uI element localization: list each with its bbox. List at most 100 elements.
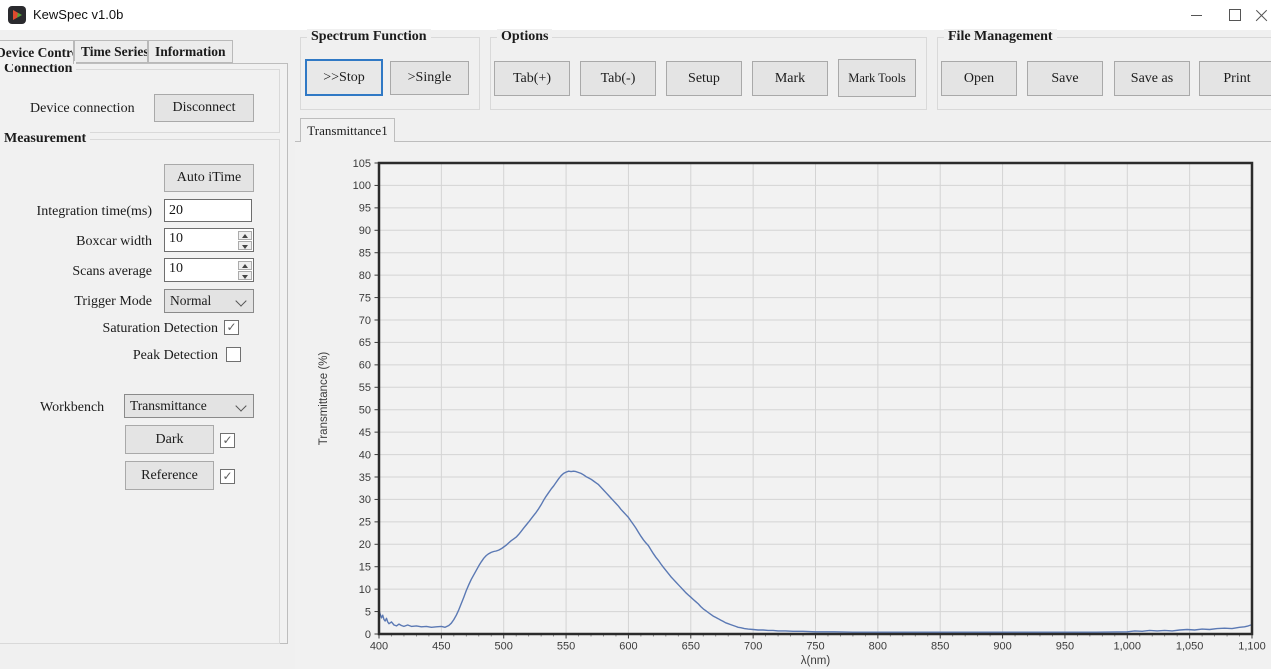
- title-bar: KewSpec v1.0b: [0, 0, 1271, 30]
- minimize-button[interactable]: [1175, 0, 1217, 30]
- x-axis-title: λ(nm): [801, 655, 831, 667]
- y-tick-label: 0: [365, 629, 371, 641]
- x-tick-label: 1,050: [1176, 641, 1204, 653]
- y-tick-label: 75: [359, 292, 371, 304]
- x-tick-label: 600: [619, 641, 637, 653]
- x-tick-label: 400: [370, 641, 388, 653]
- app-window: KewSpec v1.0b Device Control Time Series…: [0, 0, 1271, 669]
- reference-checkbox[interactable]: [220, 469, 235, 484]
- spectrum-chart-page: 4004505005506006507007508008509009501,00…: [295, 141, 1271, 669]
- y-tick-label: 5: [365, 606, 371, 618]
- boxcar-width-stepper[interactable]: 10: [164, 228, 254, 252]
- scans-average-stepper[interactable]: 10: [164, 258, 254, 282]
- file-management-group: File Management Open Save Save as Print: [937, 37, 1271, 110]
- y-tick-label: 70: [359, 315, 371, 327]
- tab-device-control[interactable]: Device Control: [0, 40, 74, 64]
- chevron-down-icon: [235, 295, 246, 306]
- dark-checkbox[interactable]: [220, 433, 235, 448]
- y-tick-label: 25: [359, 517, 371, 529]
- y-tick-label: 35: [359, 472, 371, 484]
- y-axis-title: Transmittance (%): [318, 352, 330, 446]
- saturation-detection-label: Saturation Detection: [4, 321, 218, 337]
- x-tick-label: 900: [993, 641, 1011, 653]
- y-tick-label: 15: [359, 562, 371, 574]
- y-tick-label: 60: [359, 360, 371, 372]
- x-tick-label: 800: [869, 641, 887, 653]
- spin-up-icon[interactable]: [238, 261, 252, 270]
- x-tick-label: 1,100: [1238, 641, 1266, 653]
- reference-button[interactable]: Reference: [125, 461, 214, 490]
- x-tick-label: 750: [806, 641, 824, 653]
- y-tick-label: 105: [353, 158, 371, 170]
- y-tick-label: 50: [359, 405, 371, 417]
- spin-down-icon[interactable]: [238, 271, 252, 280]
- trigger-mode-value: Normal: [170, 293, 211, 309]
- y-tick-label: 45: [359, 427, 371, 439]
- boxcar-width-value: 10: [169, 231, 183, 247]
- setup-button[interactable]: Setup: [666, 61, 742, 96]
- save-as-button[interactable]: Save as: [1114, 61, 1190, 96]
- y-tick-label: 80: [359, 270, 371, 282]
- boxcar-spin-buttons: [237, 230, 252, 250]
- workbench-label: Workbench: [40, 400, 104, 416]
- y-tick-label: 55: [359, 382, 371, 394]
- scans-average-label: Scans average: [4, 264, 152, 280]
- tab-minus-button[interactable]: Tab(-): [580, 61, 656, 96]
- y-tick-label: 85: [359, 248, 371, 260]
- scans-spin-buttons: [237, 260, 252, 280]
- mark-button[interactable]: Mark: [752, 61, 828, 96]
- disconnect-button[interactable]: Disconnect: [154, 94, 254, 122]
- tab-time-series[interactable]: Time Series: [74, 40, 148, 63]
- peak-detection-label: Peak Detection: [4, 348, 218, 364]
- device-connection-label: Device connection: [30, 101, 135, 117]
- chevron-down-icon: [235, 400, 246, 411]
- spectrum-function-caption: Spectrum Function: [307, 29, 431, 45]
- tab-plus-button[interactable]: Tab(+): [494, 61, 570, 96]
- open-button[interactable]: Open: [941, 61, 1017, 96]
- measurement-group: Measurement Auto iTime Integration time(…: [0, 139, 280, 644]
- y-tick-label: 90: [359, 225, 371, 237]
- integration-time-input[interactable]: [164, 199, 252, 222]
- close-button[interactable]: [1240, 0, 1271, 30]
- scans-average-value: 10: [169, 261, 183, 277]
- y-tick-label: 20: [359, 539, 371, 551]
- trigger-mode-select[interactable]: Normal: [164, 289, 254, 313]
- stop-button[interactable]: >>Stop: [305, 59, 383, 96]
- options-group: Options Tab(+) Tab(-) Setup Mark Mark To…: [490, 37, 927, 110]
- x-tick-label: 950: [1056, 641, 1074, 653]
- spectrum-function-group: Spectrum Function >>Stop >Single: [300, 37, 480, 110]
- spin-down-icon[interactable]: [238, 241, 252, 250]
- single-button[interactable]: >Single: [390, 61, 469, 95]
- x-tick-label: 550: [557, 641, 575, 653]
- connection-group: Connection Device connection Disconnect: [0, 69, 280, 133]
- y-tick-label: 10: [359, 584, 371, 596]
- save-button[interactable]: Save: [1027, 61, 1103, 96]
- trigger-mode-label: Trigger Mode: [4, 294, 152, 310]
- print-button[interactable]: Print: [1199, 61, 1271, 96]
- minimize-icon: [1191, 15, 1202, 16]
- y-tick-label: 40: [359, 449, 371, 461]
- dark-button[interactable]: Dark: [125, 425, 214, 454]
- tab-information[interactable]: Information: [148, 40, 233, 63]
- mark-tools-button[interactable]: Mark Tools: [838, 59, 916, 97]
- app-logo-icon: [8, 6, 26, 24]
- window-title: KewSpec v1.0b: [33, 7, 123, 22]
- tab-transmittance1[interactable]: Transmittance1: [300, 118, 395, 142]
- saturation-detection-checkbox[interactable]: [224, 320, 239, 335]
- workbench-select[interactable]: Transmittance: [124, 394, 254, 418]
- device-control-panel: Connection Device connection Disconnect …: [0, 63, 288, 644]
- y-tick-label: 95: [359, 203, 371, 215]
- workbench-value: Transmittance: [130, 398, 207, 414]
- x-tick-label: 700: [744, 641, 762, 653]
- x-tick-label: 650: [682, 641, 700, 653]
- integration-time-label: Integration time(ms): [4, 204, 152, 220]
- x-tick-label: 450: [432, 641, 450, 653]
- y-tick-label: 65: [359, 337, 371, 349]
- y-tick-label: 30: [359, 494, 371, 506]
- options-caption: Options: [497, 29, 552, 45]
- auto-itime-button[interactable]: Auto iTime: [164, 164, 254, 192]
- boxcar-width-label: Boxcar width: [4, 234, 152, 250]
- spin-up-icon[interactable]: [238, 231, 252, 240]
- peak-detection-checkbox[interactable]: [226, 347, 241, 362]
- x-tick-label: 1,000: [1114, 641, 1142, 653]
